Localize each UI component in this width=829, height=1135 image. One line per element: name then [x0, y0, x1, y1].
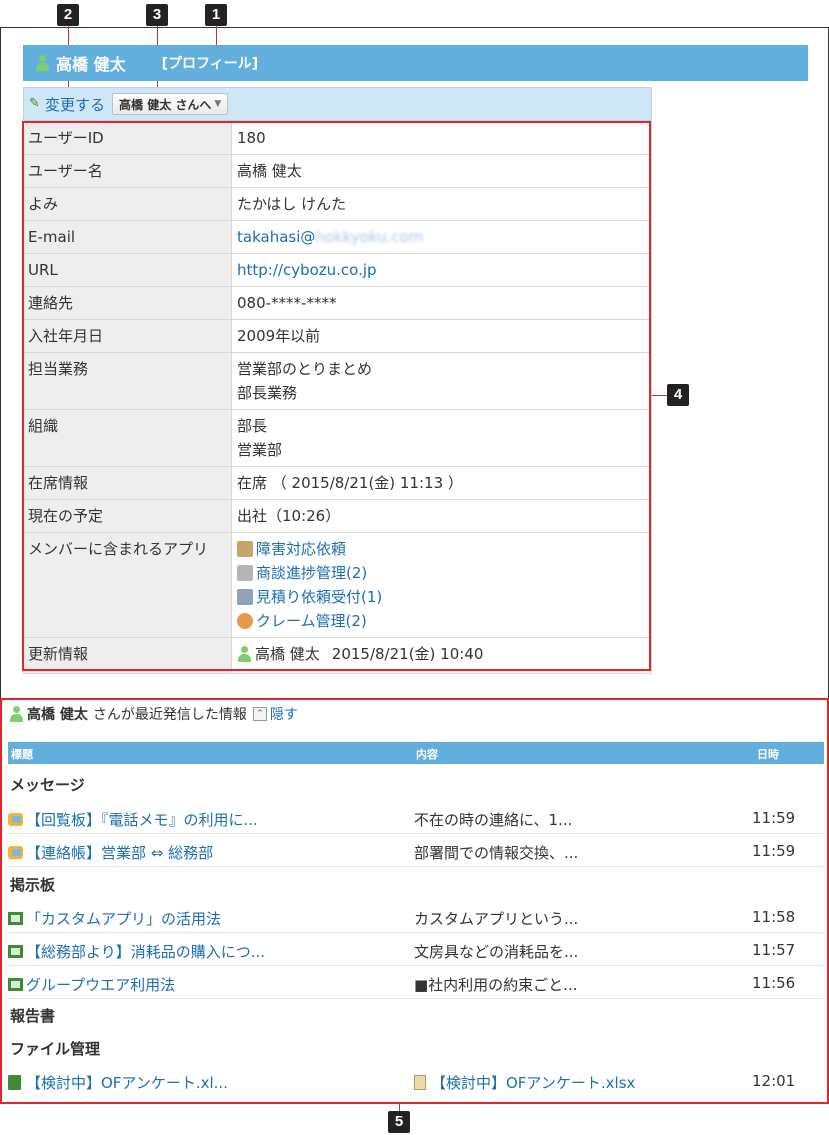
callout-4: 4 — [667, 384, 689, 406]
callout-5-leader — [399, 1103, 400, 1111]
profile-toolbar: ✎ 変更する 高橋 健太 さんへ ▼ — [23, 87, 652, 121]
edit-link[interactable]: 変更する — [45, 94, 105, 115]
user-action-menu-label: 高橋 健太 さんへ — [119, 97, 212, 112]
profile-title-bar: 高橋 健太 [プロフィール] — [23, 45, 808, 81]
callout-4-leader — [650, 395, 667, 396]
profile-label: [プロフィール] — [161, 56, 259, 72]
callout-5-box — [0, 698, 829, 1104]
user-action-menu[interactable]: 高橋 健太 さんへ ▼ — [112, 93, 229, 115]
pencil-icon: ✎ — [29, 96, 40, 111]
callout-2: 2 — [57, 4, 79, 26]
callout-4-box — [22, 121, 651, 671]
caret-down-icon: ▼ — [214, 99, 222, 109]
profile-user-name: 高橋 健太 — [56, 55, 126, 74]
callout-1: 1 — [205, 4, 227, 26]
user-icon — [35, 55, 50, 71]
callout-5: 5 — [388, 1111, 410, 1133]
callout-3: 3 — [146, 4, 168, 26]
